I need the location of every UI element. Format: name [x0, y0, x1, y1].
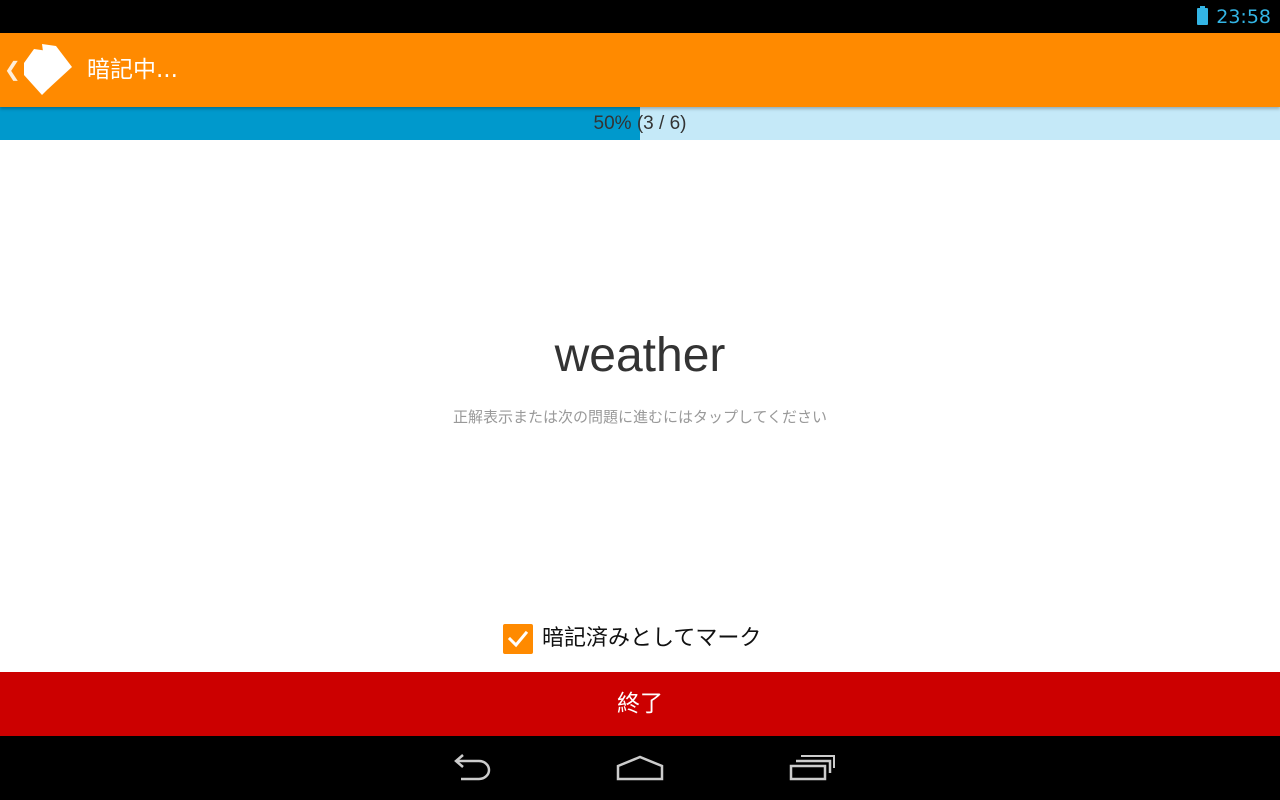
home-icon	[616, 755, 664, 781]
action-bar: ❮ 暗記中...	[0, 33, 1280, 107]
question-word: weather	[554, 329, 726, 382]
status-bar: 23:58	[0, 0, 1280, 33]
chevron-left-icon: ❮	[4, 57, 21, 81]
mark-memorized-label: 暗記済みとしてマーク	[542, 626, 762, 651]
status-clock: 23:58	[1216, 6, 1271, 28]
tap-hint: 正解表示または次の問題に進むにはタップしてください	[452, 408, 828, 426]
mark-memorized-checkbox[interactable]: 暗記済みとしてマーク	[503, 622, 761, 656]
recent-apps-button[interactable]	[782, 750, 842, 786]
action-bar-title: 暗記中...	[87, 57, 178, 83]
finish-button[interactable]: 終了	[0, 672, 1280, 736]
navigation-bar	[0, 736, 1280, 800]
checkbox[interactable]	[503, 624, 533, 654]
up-button[interactable]: ❮	[0, 33, 80, 107]
recent-apps-icon	[789, 755, 835, 781]
progress-bar: 50% (3 / 6)	[0, 107, 1280, 140]
home-button[interactable]	[610, 750, 670, 786]
progress-label: 50% (3 / 6)	[593, 113, 687, 134]
checkmark-icon	[507, 630, 529, 648]
back-arrow-icon	[454, 754, 491, 781]
back-button[interactable]	[440, 750, 500, 786]
screen: 23:58 ❮ 暗記中... 50% (3 / 6) weather 正解表示ま…	[0, 0, 1280, 800]
battery-full-icon	[1197, 6, 1208, 25]
flashcard-area[interactable]: weather 正解表示または次の問題に進むにはタップしてください	[0, 140, 1280, 610]
tag-icon	[24, 44, 72, 95]
